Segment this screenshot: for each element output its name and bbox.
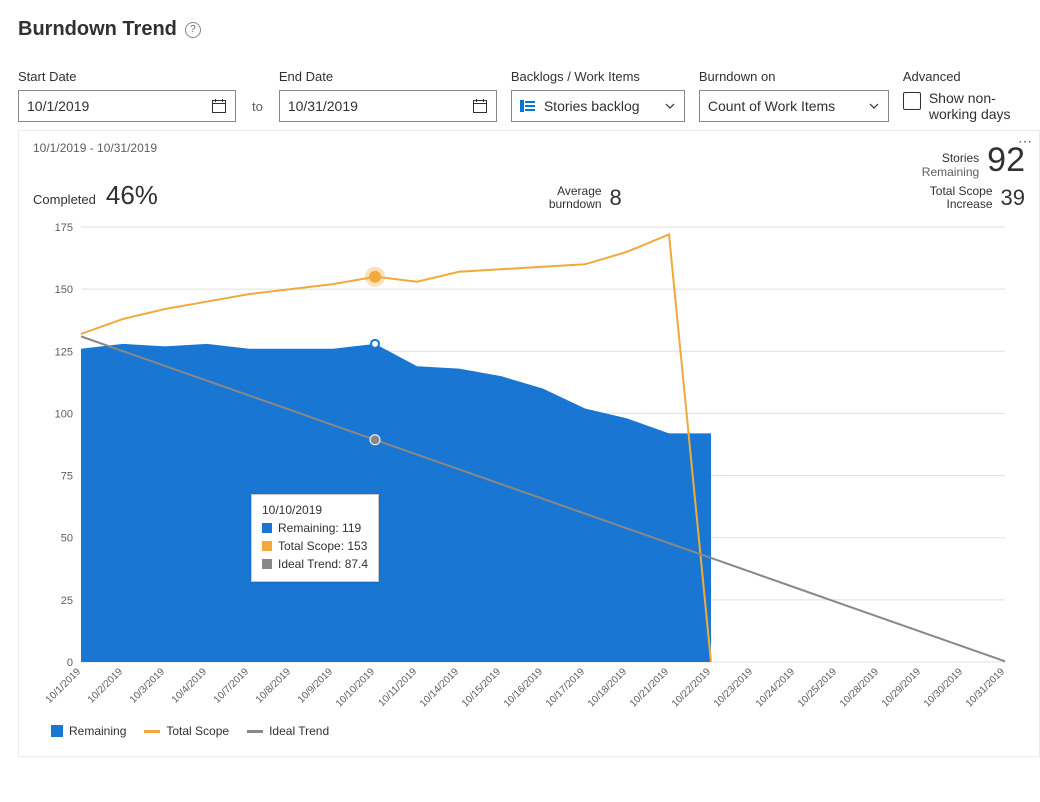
completed-metric: Completed 46%: [33, 180, 158, 211]
tooltip-date: 10/10/2019: [262, 503, 368, 517]
chevron-down-icon: [868, 100, 880, 112]
show-nonworking-checkbox[interactable]: Show non-working days: [903, 90, 1019, 122]
tooltip-totalscope: Total Scope: 153: [278, 537, 367, 555]
svg-text:10/15/2019: 10/15/2019: [460, 666, 503, 709]
svg-text:10/25/2019: 10/25/2019: [796, 666, 839, 709]
start-date-label: Start Date: [18, 69, 236, 84]
legend-swatch-ideal: [247, 730, 263, 733]
backlogs-label: Backlogs / Work Items: [511, 69, 685, 84]
svg-text:150: 150: [55, 284, 73, 296]
burndown-on-label: Burndown on: [699, 69, 889, 84]
svg-text:10/9/2019: 10/9/2019: [296, 666, 336, 706]
tooltip-swatch-scope: [262, 541, 272, 551]
legend-remaining-label: Remaining: [69, 724, 126, 738]
burndown-card: ⋯ 10/1/2019 - 10/31/2019 Stories Remaini…: [18, 130, 1040, 757]
backlogs-value: Stories backlog: [544, 98, 640, 114]
svg-text:10/30/2019: 10/30/2019: [922, 666, 965, 709]
svg-text:10/18/2019: 10/18/2019: [586, 666, 629, 709]
controls-bar: Start Date 10/1/2019 to End Date 10/31/2…: [18, 69, 1040, 122]
legend-totalscope[interactable]: Total Scope: [144, 724, 229, 738]
burndown-chart[interactable]: 025507510012515017510/1/201910/2/201910/…: [33, 219, 1013, 714]
svg-text:0: 0: [67, 657, 73, 669]
page-title: Burndown Trend: [18, 18, 177, 41]
svg-text:10/22/2019: 10/22/2019: [670, 666, 713, 709]
end-date-label: End Date: [279, 69, 497, 84]
scope-value: 39: [1001, 185, 1025, 211]
svg-text:75: 75: [61, 471, 73, 483]
remaining-label: Remaining: [922, 166, 979, 180]
svg-text:10/1/2019: 10/1/2019: [44, 666, 84, 706]
card-more-icon[interactable]: ⋯: [1018, 133, 1033, 150]
start-date-input[interactable]: 10/1/2019: [18, 90, 236, 122]
legend-swatch-scope: [144, 730, 160, 733]
stories-label: Stories: [942, 152, 979, 166]
svg-text:50: 50: [61, 533, 73, 545]
chart-legend: Remaining Total Scope Ideal Trend: [33, 724, 1025, 738]
burndown-on-value: Count of Work Items: [708, 98, 835, 114]
svg-text:10/17/2019: 10/17/2019: [544, 666, 587, 709]
legend-ideal-label: Ideal Trend: [269, 724, 329, 738]
legend-ideal[interactable]: Ideal Trend: [247, 724, 329, 738]
svg-text:10/11/2019: 10/11/2019: [376, 666, 419, 709]
avg-burndown-metric: Average burndown 8: [549, 185, 622, 211]
legend-totalscope-label: Total Scope: [166, 724, 229, 738]
advanced-label: Advanced: [903, 69, 961, 84]
help-icon[interactable]: ?: [185, 22, 201, 38]
avg-value: 8: [610, 185, 622, 211]
legend-swatch-remaining: [51, 725, 63, 737]
svg-text:10/24/2019: 10/24/2019: [754, 666, 797, 709]
svg-text:10/3/2019: 10/3/2019: [128, 666, 168, 706]
completed-label: Completed: [33, 192, 96, 211]
start-date-value: 10/1/2019: [27, 98, 89, 114]
completed-value: 46%: [106, 180, 158, 211]
svg-text:10/8/2019: 10/8/2019: [254, 666, 294, 706]
burndown-on-dropdown[interactable]: Count of Work Items: [699, 90, 889, 122]
svg-text:10/14/2019: 10/14/2019: [418, 666, 461, 709]
svg-text:125: 125: [55, 346, 73, 358]
end-date-value: 10/31/2019: [288, 98, 358, 114]
avg-label-1: Average: [557, 185, 601, 198]
svg-text:10/21/2019: 10/21/2019: [628, 666, 671, 709]
chevron-down-icon: [664, 100, 676, 112]
tooltip-swatch-ideal: [262, 559, 272, 569]
svg-text:10/23/2019: 10/23/2019: [712, 666, 755, 709]
backlog-set-icon: [520, 100, 536, 112]
svg-text:10/4/2019: 10/4/2019: [170, 666, 210, 706]
svg-text:10/16/2019: 10/16/2019: [502, 666, 545, 709]
scope-label-1: Total Scope: [930, 185, 993, 198]
scope-label-2: Increase: [946, 198, 992, 211]
tooltip-swatch-remaining: [262, 523, 272, 533]
chart-tooltip: 10/10/2019 Remaining: 119 Total Scope: 1…: [251, 494, 379, 582]
avg-label-2: burndown: [549, 198, 602, 211]
svg-text:175: 175: [55, 222, 73, 234]
checkbox-box[interactable]: [903, 92, 921, 110]
svg-text:10/31/2019: 10/31/2019: [964, 666, 1007, 709]
svg-text:10/29/2019: 10/29/2019: [880, 666, 923, 709]
date-range-text: 10/1/2019 - 10/31/2019: [33, 141, 922, 155]
svg-text:10/10/2019: 10/10/2019: [334, 666, 377, 709]
to-label: to: [250, 90, 265, 122]
show-nonworking-label: Show non-working days: [929, 90, 1019, 122]
scope-increase-metric: Total Scope Increase 39: [930, 185, 1025, 211]
svg-text:25: 25: [61, 595, 73, 607]
svg-text:10/2/2019: 10/2/2019: [86, 666, 126, 706]
svg-text:100: 100: [55, 408, 73, 420]
svg-text:10/7/2019: 10/7/2019: [212, 666, 252, 706]
tooltip-remaining: Remaining: 119: [278, 519, 361, 537]
calendar-icon[interactable]: [211, 98, 227, 114]
stories-remaining-metric: Stories Remaining 92: [922, 141, 1025, 180]
end-date-input[interactable]: 10/31/2019: [279, 90, 497, 122]
backlogs-dropdown[interactable]: Stories backlog: [511, 90, 685, 122]
tooltip-ideal: Ideal Trend: 87.4: [278, 555, 368, 573]
svg-text:10/28/2019: 10/28/2019: [838, 666, 881, 709]
legend-remaining[interactable]: Remaining: [51, 724, 126, 738]
calendar-icon[interactable]: [472, 98, 488, 114]
